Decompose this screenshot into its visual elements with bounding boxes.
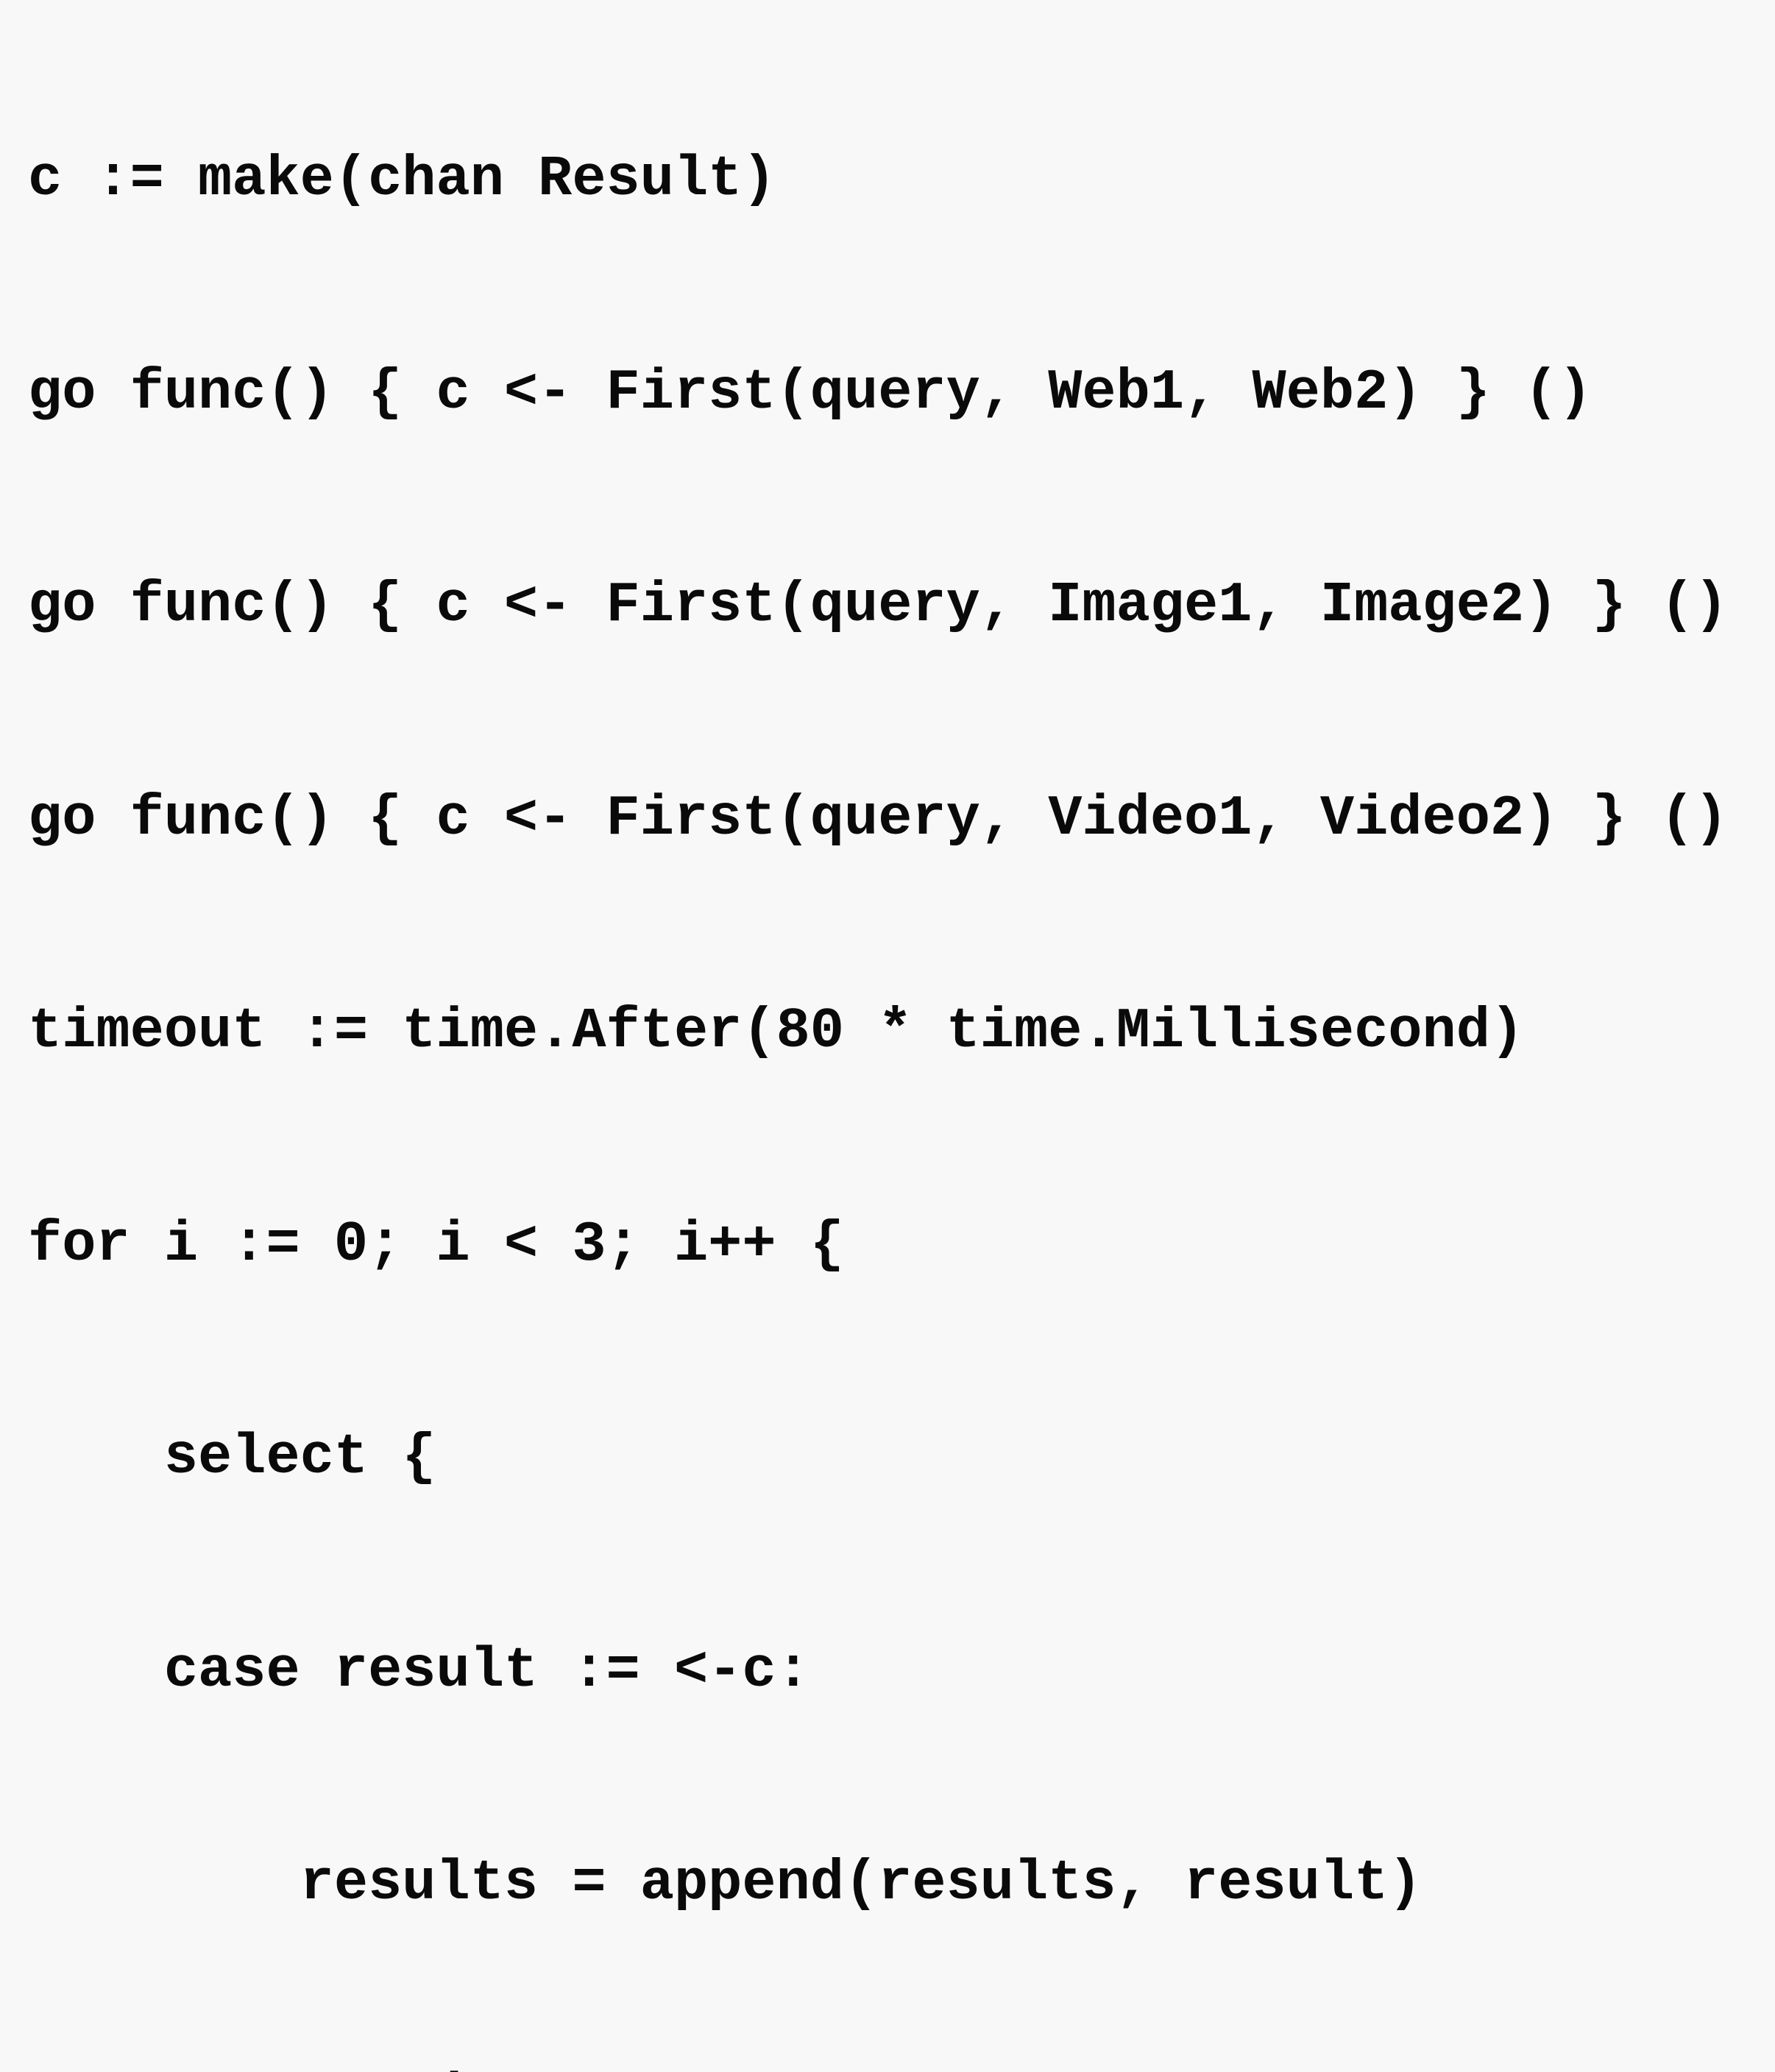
code-line: results = append(results, result)	[28, 1851, 1775, 1919]
code-line: go func() { c <- First(query, Video1, Vi…	[28, 786, 1775, 854]
code-line: select {	[28, 1424, 1775, 1493]
code-line: go func() { c <- First(query, Web1, Web2…	[28, 360, 1775, 428]
code-line: timeout := time.After(80 * time.Millisec…	[28, 998, 1775, 1067]
code-slide: c := make(chan Result) go func() { c <- …	[0, 0, 1775, 1036]
code-content: c := make(chan Result) go func() { c <- …	[28, 80, 1775, 2072]
code-block: c := make(chan Result) go func() { c <- …	[28, 1, 1775, 2072]
code-line: c := make(chan Result)	[28, 146, 1775, 215]
code-line: case <-timeout:	[28, 2064, 1775, 2072]
code-line: for i := 0; i < 3; i++ {	[28, 1212, 1775, 1280]
code-line: case result := <-c:	[28, 1638, 1775, 1706]
code-line: go func() { c <- First(query, Image1, Im…	[28, 572, 1775, 641]
